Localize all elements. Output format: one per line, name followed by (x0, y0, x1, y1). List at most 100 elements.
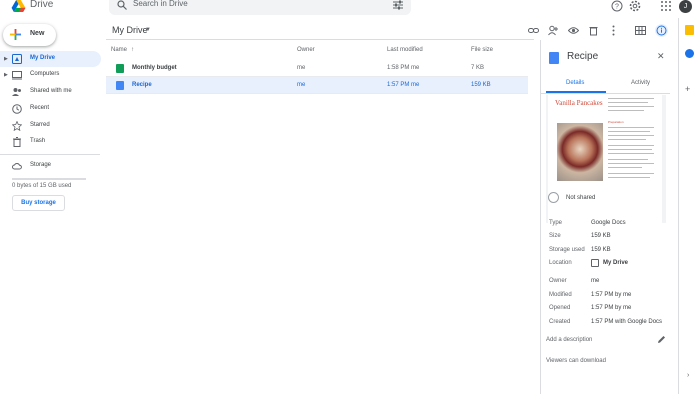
column-header-file-size[interactable]: File size (471, 47, 493, 53)
more-vert-icon[interactable] (608, 25, 619, 36)
new-button[interactable]: New (3, 24, 56, 46)
preview-text-line (608, 163, 654, 164)
viewers-can-download-text: Viewers can download (546, 358, 606, 364)
preview-heading: Preparation (608, 120, 624, 124)
star-icon (12, 121, 22, 131)
preview-text-line (608, 177, 650, 178)
clock-icon (12, 104, 22, 114)
preview-text-line (608, 110, 644, 111)
column-header-name[interactable]: Name (111, 47, 127, 53)
expand-arrow-icon[interactable]: ▶ (4, 72, 8, 78)
page-title[interactable]: My Drive (112, 25, 148, 35)
table-row[interactable]: Monthly budget me 1:58 PM me 7 KB (106, 60, 528, 77)
sort-arrow-up-icon[interactable]: ↑ (131, 47, 134, 53)
app-title[interactable]: Drive (30, 0, 53, 10)
add-person-icon[interactable] (548, 25, 559, 36)
link-icon[interactable] (528, 25, 539, 36)
chevron-down-icon[interactable]: ▼ (145, 27, 151, 33)
file-modified: 1:57 PM me (387, 82, 420, 88)
column-header-owner[interactable]: Owner (297, 47, 315, 53)
add-addon-icon[interactable]: + (685, 84, 690, 94)
storage-label: Storage (30, 162, 52, 168)
docs-file-icon (549, 52, 559, 64)
sidebar-item-label: Trash (30, 138, 46, 144)
prop-label: Owner (549, 278, 567, 284)
cloud-icon (12, 163, 22, 170)
keep-icon[interactable] (685, 25, 694, 35)
column-header-last-modified[interactable]: Last modified (387, 47, 423, 53)
prop-value: Google Docs (591, 220, 626, 226)
tab-details[interactable]: Details (566, 80, 584, 86)
preview-text-line (608, 153, 654, 154)
my-drive-icon (591, 259, 599, 267)
prop-label: Created (549, 319, 571, 325)
preview-text-line (608, 173, 654, 174)
preview-text-line (608, 149, 652, 150)
add-description-field[interactable]: Add a description (546, 337, 592, 343)
file-name: Recipe (132, 82, 152, 88)
pencil-edit-icon[interactable] (657, 335, 666, 344)
sidebar-item-my-drive[interactable]: ▶ My Drive (0, 51, 101, 67)
docs-file-icon (116, 81, 124, 90)
expand-arrow-icon[interactable]: ▶ (4, 56, 8, 62)
location-link[interactable]: My Drive (603, 260, 628, 266)
preview-title: Vanilla Pancakes (555, 99, 603, 107)
preview-text-line (608, 127, 654, 128)
file-size: 7 KB (471, 65, 485, 71)
sidebar-item-trash[interactable]: Trash (0, 134, 101, 150)
chevron-right-icon[interactable]: › (687, 372, 689, 379)
apps-grid-icon[interactable] (660, 0, 672, 12)
prop-label: Opened (549, 305, 571, 311)
file-size: 159 KB (471, 82, 491, 88)
buy-storage-button[interactable]: Buy storage (12, 195, 65, 211)
sidebar-item-starred[interactable]: Starred (0, 118, 101, 134)
search-icon[interactable] (117, 0, 127, 10)
file-owner: me (297, 82, 306, 88)
prop-label: Location (549, 260, 572, 266)
prop-value: 1:57 PM by me (591, 305, 632, 311)
prop-value: 159 KB (591, 247, 611, 253)
svg-text:?: ? (615, 4, 619, 11)
grid-view-icon[interactable] (635, 25, 646, 36)
tab-divider (541, 93, 670, 94)
sidebar-item-computers[interactable]: ▶ Computers (0, 67, 101, 83)
search-box[interactable]: Search in Drive (109, 0, 411, 15)
preview-eye-icon[interactable] (568, 25, 579, 36)
help-icon[interactable]: ? (611, 0, 623, 12)
sharing-status[interactable]: Not shared (546, 192, 670, 206)
file-owner: me (297, 65, 306, 71)
sidebar-item-storage[interactable]: Storage (0, 158, 101, 174)
account-avatar[interactable]: J (679, 0, 692, 13)
preview-text-line (608, 131, 650, 132)
close-icon[interactable]: ✕ (657, 51, 665, 62)
details-panel: Recipe ✕ Details Activity Vanilla Pancak… (540, 40, 670, 394)
sidebar-item-recent[interactable]: Recent (0, 101, 101, 117)
tab-activity[interactable]: Activity (631, 80, 650, 86)
info-icon[interactable] (655, 24, 668, 37)
lock-icon (548, 192, 559, 203)
settings-gear-icon[interactable] (629, 0, 641, 12)
delete-icon[interactable] (588, 25, 599, 36)
search-options-icon[interactable] (393, 0, 403, 10)
prop-value: 159 KB (591, 233, 611, 239)
preview-text-line (608, 106, 654, 107)
preview-text-line (608, 159, 648, 160)
pancakes-photo (557, 123, 603, 181)
sidebar-item-label: My Drive (30, 55, 56, 61)
header-divider (106, 39, 534, 40)
file-name: Monthly budget (132, 65, 177, 71)
sidebar-item-label: Recent (30, 105, 50, 111)
tasks-icon[interactable] (685, 49, 694, 58)
top-bar: Drive Search in Drive ? J (0, 0, 700, 18)
search-input[interactable]: Search in Drive (133, 0, 188, 8)
people-icon (12, 88, 21, 96)
sidebar-item-shared-with-me[interactable]: Shared with me (0, 84, 101, 100)
prop-value: me (591, 278, 600, 284)
preview-text-line (608, 167, 642, 168)
table-row-selected[interactable]: Recipe me 1:57 PM me 159 KB (106, 77, 528, 94)
preview-text-line (608, 102, 648, 103)
storage-usage-text: 0 bytes of 15 GB used (12, 183, 72, 189)
sidebar-item-label: Starred (30, 122, 50, 128)
trash-icon (13, 137, 21, 147)
drive-logo-icon[interactable] (11, 0, 26, 12)
